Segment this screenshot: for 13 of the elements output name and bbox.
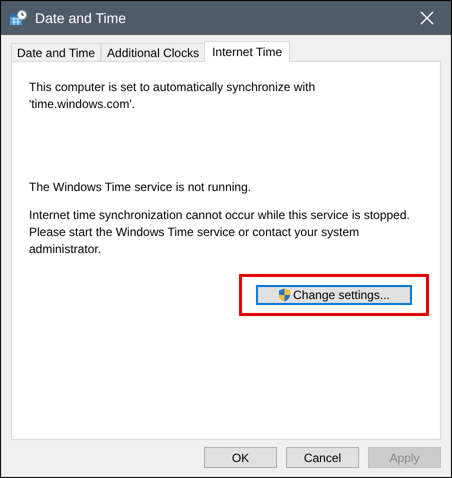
shield-icon <box>278 288 292 302</box>
close-icon <box>420 11 434 25</box>
tab[interactable]: Date and Time <box>11 43 102 61</box>
tab[interactable]: Internet Time <box>204 41 290 62</box>
service-status: The Windows Time service is not running. <box>29 179 252 196</box>
dialog-button[interactable]: OK <box>204 447 277 468</box>
window-title: Date and Time <box>35 8 128 28</box>
change-settings-button[interactable]: Change settings... <box>256 285 412 305</box>
service-help: Internet time synchronization cannot occur while this service is stopped. Please start the Windows Time service or contact your system administrator. <box>29 207 411 258</box>
dialog-button[interactable]: Cancel <box>286 447 359 468</box>
calendar-clock-icon <box>9 10 27 26</box>
tab[interactable]: Additional Clocks <box>101 43 206 61</box>
sync-message: This computer is set to automatically synchronize with 'time.windows.com'. <box>29 79 316 113</box>
